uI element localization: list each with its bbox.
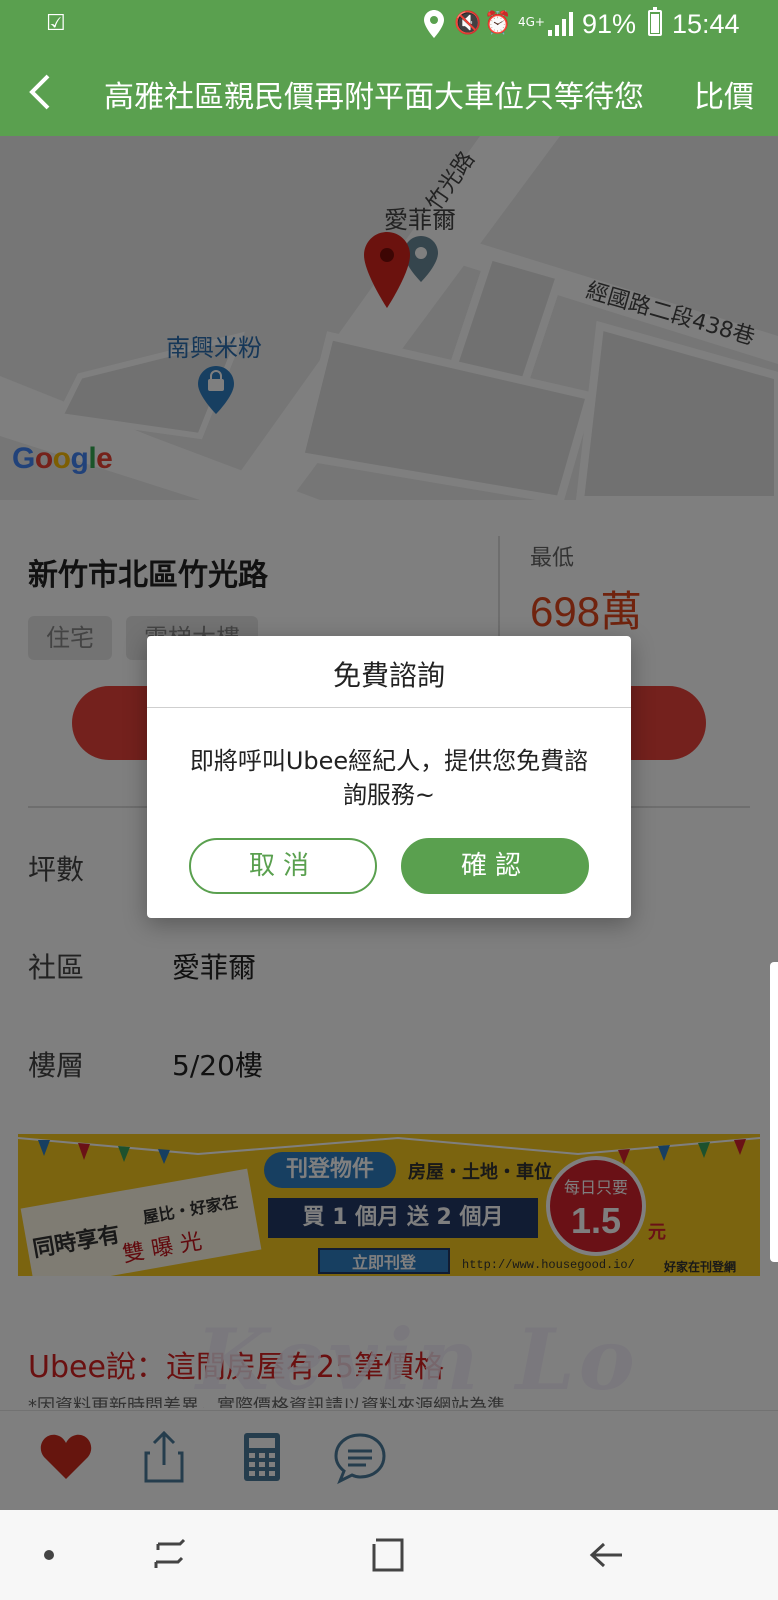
confirm-button[interactable]: 確認 bbox=[401, 838, 589, 894]
network-icon: 4G+ bbox=[518, 15, 545, 29]
app-bar: 高雅社區親民價再附平面大車位只等待您 比價 bbox=[0, 48, 778, 136]
status-bar: ☑ 🔇 ⏰ 4G+ 91% 15:44 bbox=[0, 0, 778, 48]
clock: 15:44 bbox=[672, 9, 740, 39]
location-icon bbox=[424, 10, 444, 38]
alarm-icon: ⏰ bbox=[484, 11, 512, 36]
edge-panel-handle[interactable] bbox=[770, 962, 778, 1262]
chevron-left-icon bbox=[29, 74, 50, 110]
page-title: 高雅社區親民價再附平面大車位只等待您 bbox=[104, 80, 644, 115]
battery-percent: 91% bbox=[582, 9, 637, 39]
dialog-divider bbox=[147, 707, 631, 708]
signal-icon bbox=[548, 12, 573, 36]
dialog-title: 免費諮詢 bbox=[332, 659, 445, 692]
back-icon[interactable] bbox=[584, 1532, 630, 1578]
back-button[interactable] bbox=[18, 68, 66, 116]
compare-price-button[interactable]: 比價 bbox=[694, 72, 754, 116]
mute-icon: 🔇 bbox=[454, 11, 482, 36]
dialog-message: 即將呼叫Ubee經紀人，提供您免費諮詢服務~ bbox=[189, 747, 589, 809]
recent-apps-icon[interactable] bbox=[148, 1532, 194, 1578]
cancel-button[interactable]: 取消 bbox=[189, 838, 377, 894]
battery-icon bbox=[648, 7, 662, 36]
system-nav-bar bbox=[0, 1510, 778, 1600]
task-icon: ☑ bbox=[46, 11, 66, 36]
home-icon[interactable] bbox=[366, 1532, 412, 1578]
dot-icon[interactable] bbox=[26, 1532, 72, 1578]
free-consult-dialog: 免費諮詢 即將呼叫Ubee經紀人，提供您免費諮詢服務~ 取消 確認 bbox=[147, 636, 631, 918]
